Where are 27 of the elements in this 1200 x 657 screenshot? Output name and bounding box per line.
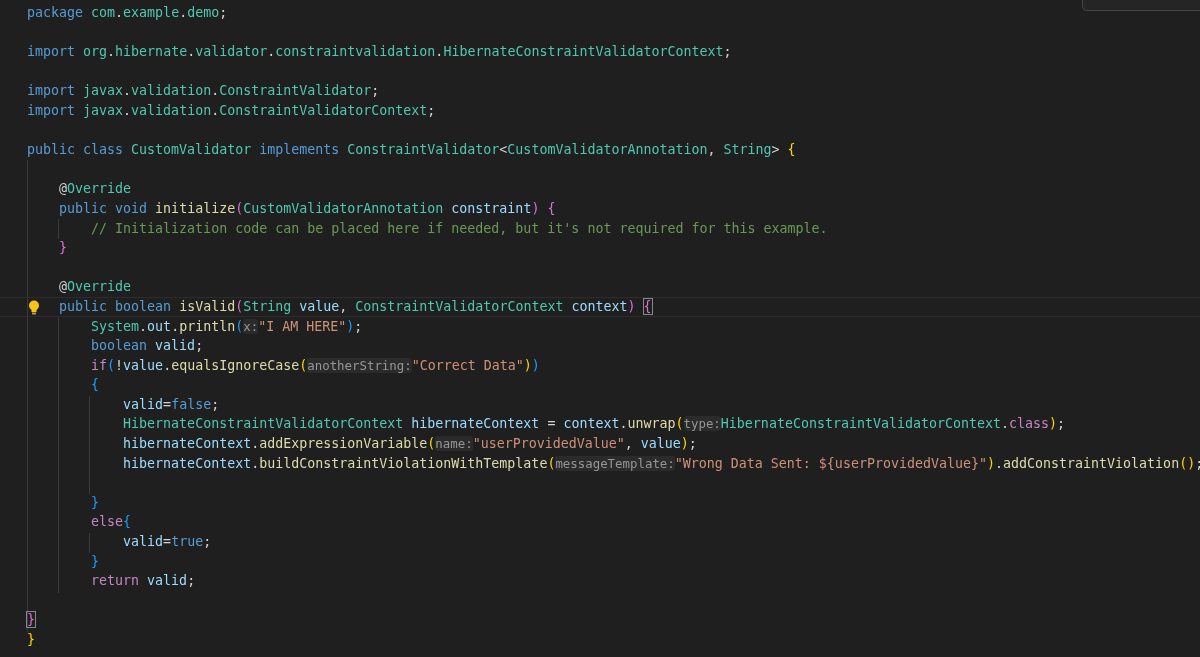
lightbulb-icon[interactable] (28, 299, 40, 315)
code-line: // Initialization code can be placed here if needed, but it's not required for this example. (91, 219, 828, 238)
code-line: return valid; (91, 572, 196, 591)
code-line: public void initialize(CustomValidatorAnnotation constraint) { (59, 199, 556, 218)
code-line: public boolean isValid(String value, ConstraintValidatorContext context) { (59, 297, 652, 316)
code-line: import org.hibernate.validator.constraintvalidation.HibernateConstraintValidatorContext; (27, 43, 732, 62)
code-line: if(!value.equalsIgnoreCase(anotherString:"Correct Data")) (91, 356, 540, 375)
code-line: hibernateContext.addExpressionVariable(name:"userProvidedValue", value); (123, 435, 697, 454)
code-line: { (91, 376, 100, 395)
code-line: public class CustomValidator implements ConstraintValidator<CustomValidatorAnnotation, String> { (27, 141, 796, 160)
code-line: } (27, 631, 35, 649)
code-line: @Override (59, 180, 132, 199)
code-line: import javax.validation.ConstraintValidator; (27, 82, 380, 101)
code-line: boolean valid; (91, 337, 204, 356)
code-line: System.out.println(x:"I AM HERE"); (91, 317, 363, 336)
code-line: else{ (91, 513, 132, 532)
code-line: } (27, 611, 35, 630)
code-line: @Override (59, 278, 132, 297)
code-line: valid=false; (123, 395, 220, 414)
code-line: hibernateContext.buildConstraintViolationWithTemplate(messageTemplate:"Wrong Data Sent: ${userProvidedValue}").addConstraintViolation(); (123, 454, 1200, 473)
code-line: HibernateConstraintValidatorContext hibernateContext = context.unwrap(type:HibernateConstraintValidatorContext.class); (123, 415, 1066, 434)
code-line: import javax.validation.ConstraintValidatorContext; (27, 101, 436, 120)
code-line: valid=true; (123, 533, 212, 552)
code-line: package com.example.demo; (27, 4, 228, 22)
code-line: } (59, 239, 68, 258)
code-line: } (91, 552, 100, 571)
code-line: } (91, 493, 100, 512)
